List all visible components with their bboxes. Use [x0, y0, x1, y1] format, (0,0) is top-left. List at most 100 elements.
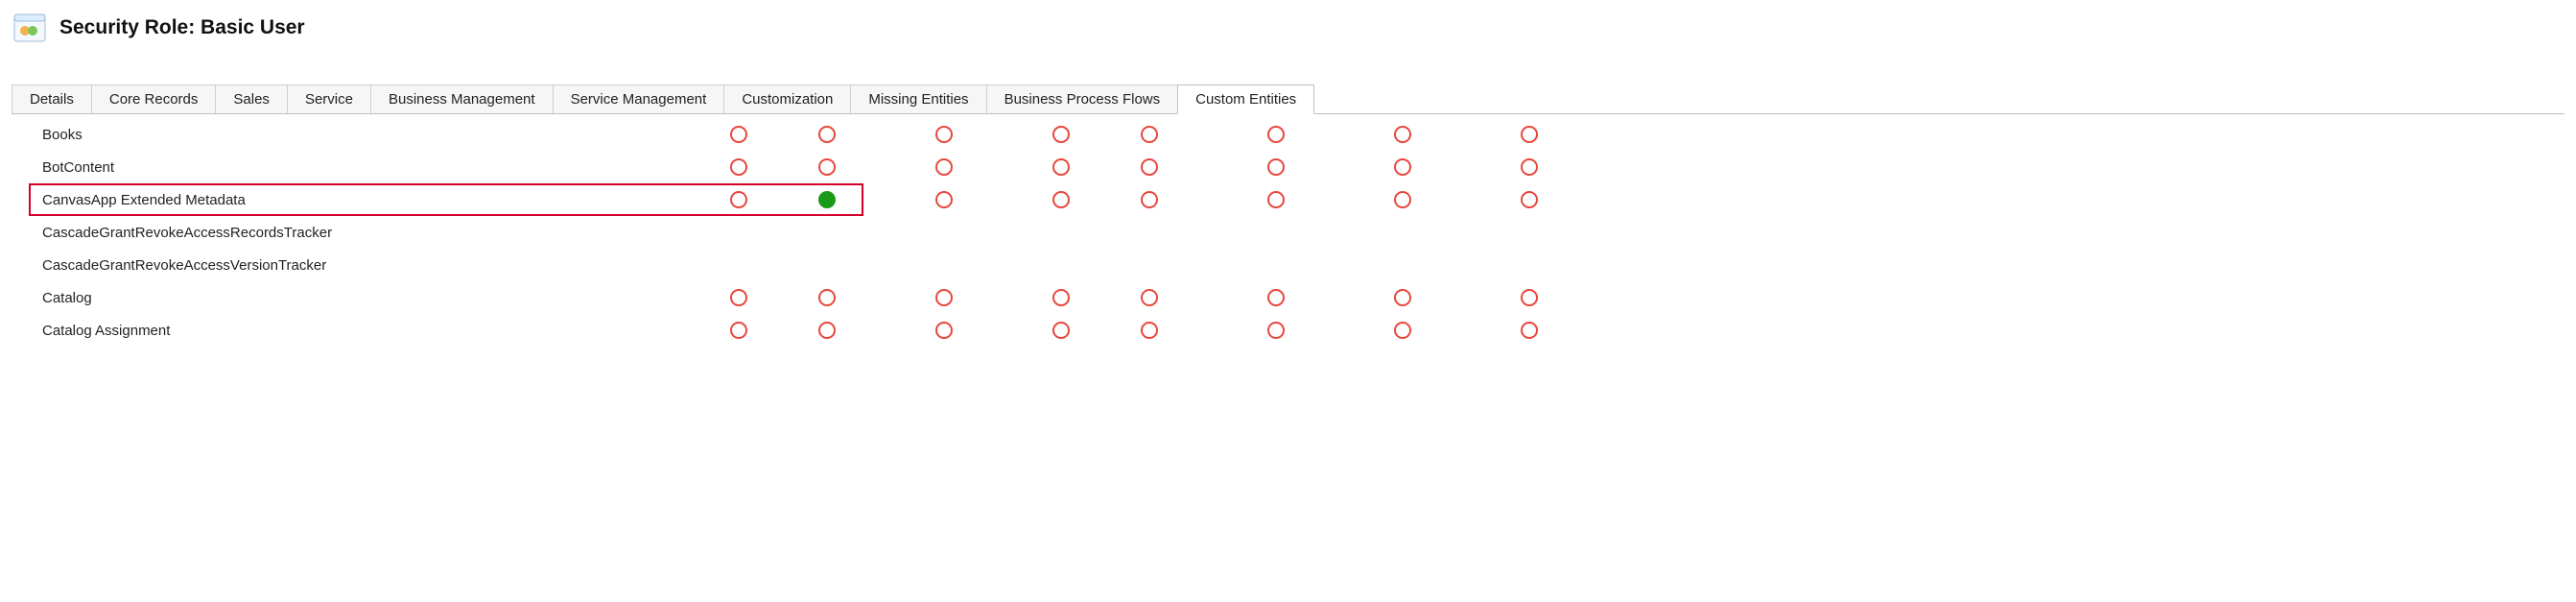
privilege-cell[interactable]	[1485, 126, 1573, 143]
tab-label: Service	[305, 91, 353, 108]
privilege-none-icon	[1521, 191, 1538, 208]
table-row: Books	[23, 118, 2553, 151]
tab-business-process-flows[interactable]: Business Process Flows	[986, 84, 1179, 113]
privilege-cell[interactable]	[1485, 158, 1573, 176]
privilege-none-icon	[1394, 322, 1411, 339]
privilege-cell[interactable]	[1232, 322, 1320, 339]
privilege-cells	[695, 158, 1573, 176]
entity-label: CascadeGrantRevokeAccessVersionTracker	[23, 257, 695, 274]
privilege-cell[interactable]	[695, 322, 783, 339]
privilege-none-icon	[1267, 322, 1285, 339]
privilege-cell[interactable]	[1017, 289, 1105, 306]
privilege-cell[interactable]	[695, 289, 783, 306]
table-row: CascadeGrantRevokeAccessRecordsTracker	[23, 216, 2553, 249]
privilege-cell[interactable]	[900, 289, 988, 306]
tab-missing-entities[interactable]: Missing Entities	[850, 84, 986, 113]
privilege-none-icon	[1141, 191, 1158, 208]
privilege-none-icon	[730, 322, 747, 339]
tab-details[interactable]: Details	[12, 84, 92, 113]
privilege-none-icon	[935, 191, 953, 208]
privilege-cell[interactable]	[695, 126, 783, 143]
privilege-cell[interactable]	[1359, 289, 1447, 306]
privilege-none-icon	[1052, 322, 1070, 339]
privilege-cell[interactable]	[1017, 126, 1105, 143]
tab-label: Business Management	[389, 91, 535, 108]
privilege-cell[interactable]	[1232, 126, 1320, 143]
privilege-none-icon	[1052, 126, 1070, 143]
page-title: Security Role: Basic User	[59, 16, 305, 39]
table-row: Catalog	[23, 281, 2553, 314]
tab-label: Sales	[233, 91, 270, 108]
privilege-cell[interactable]	[1485, 322, 1573, 339]
privilege-cells	[695, 322, 1573, 339]
privilege-cell[interactable]	[1232, 158, 1320, 176]
privilege-none-icon	[1141, 289, 1158, 306]
privilege-none-icon	[1521, 322, 1538, 339]
tab-service-management[interactable]: Service Management	[553, 84, 725, 113]
privilege-cell[interactable]	[783, 289, 871, 306]
privilege-none-icon	[1394, 158, 1411, 176]
privilege-none-icon	[1141, 158, 1158, 176]
tab-custom-entities[interactable]: Custom Entities	[1177, 84, 1314, 114]
tab-business-management[interactable]: Business Management	[370, 84, 554, 113]
privilege-none-icon	[1521, 126, 1538, 143]
privilege-cell[interactable]	[900, 158, 988, 176]
table-row: Catalog Assignment	[23, 314, 2553, 347]
privilege-cells	[695, 126, 1573, 143]
privilege-cells	[695, 289, 1573, 306]
privilege-none-icon	[1267, 191, 1285, 208]
privilege-cell[interactable]	[783, 126, 871, 143]
privilege-cell[interactable]	[1485, 191, 1573, 208]
privilege-none-icon	[730, 158, 747, 176]
privilege-cell[interactable]	[1359, 191, 1447, 208]
privilege-cell[interactable]	[900, 191, 988, 208]
entity-label: BotContent	[23, 159, 695, 176]
privilege-cell[interactable]	[1359, 126, 1447, 143]
privilege-cell[interactable]	[1105, 289, 1193, 306]
tab-label: Missing Entities	[868, 91, 968, 108]
privilege-cell[interactable]	[695, 191, 783, 208]
privilege-cell[interactable]	[1017, 322, 1105, 339]
privilege-none-icon	[1052, 191, 1070, 208]
privilege-cell[interactable]	[1105, 191, 1193, 208]
table-row: BotContent	[23, 151, 2553, 183]
tab-label: Details	[30, 91, 74, 108]
privilege-cell[interactable]	[1105, 158, 1193, 176]
privilege-cell[interactable]	[1017, 191, 1105, 208]
privilege-cell[interactable]	[1485, 289, 1573, 306]
privilege-none-icon	[935, 158, 953, 176]
privilege-none-icon	[935, 322, 953, 339]
entity-label: Catalog	[23, 290, 695, 306]
privilege-cell[interactable]	[900, 322, 988, 339]
privilege-none-icon	[1141, 322, 1158, 339]
privilege-cell[interactable]	[1359, 158, 1447, 176]
privilege-none-icon	[818, 158, 836, 176]
privilege-cell[interactable]	[900, 126, 988, 143]
privilege-none-icon	[1267, 158, 1285, 176]
tab-customization[interactable]: Customization	[723, 84, 851, 113]
privilege-cell[interactable]	[1359, 322, 1447, 339]
privilege-none-icon	[935, 126, 953, 143]
privilege-cell[interactable]	[1232, 289, 1320, 306]
tab-label: Core Records	[109, 91, 199, 108]
privilege-cell[interactable]	[783, 191, 871, 208]
tab-core-records[interactable]: Core Records	[91, 84, 217, 113]
tab-service[interactable]: Service	[287, 84, 371, 113]
page-header: Security Role: Basic User	[0, 0, 2576, 48]
privilege-cell[interactable]	[783, 158, 871, 176]
privilege-none-icon	[730, 289, 747, 306]
privilege-cell[interactable]	[695, 158, 783, 176]
privilege-cell[interactable]	[783, 322, 871, 339]
privilege-none-icon	[1267, 289, 1285, 306]
entity-label: Books	[23, 127, 695, 143]
privilege-cell[interactable]	[1017, 158, 1105, 176]
privilege-cell[interactable]	[1232, 191, 1320, 208]
table-row: CascadeGrantRevokeAccessVersionTracker	[23, 249, 2553, 281]
privilege-cell[interactable]	[1105, 126, 1193, 143]
privilege-cell[interactable]	[1105, 322, 1193, 339]
privilege-full-icon	[818, 191, 836, 208]
privilege-none-icon	[1521, 158, 1538, 176]
privilege-none-icon	[818, 322, 836, 339]
tab-sales[interactable]: Sales	[215, 84, 288, 113]
table-row: CanvasApp Extended Metadata	[23, 183, 2553, 216]
